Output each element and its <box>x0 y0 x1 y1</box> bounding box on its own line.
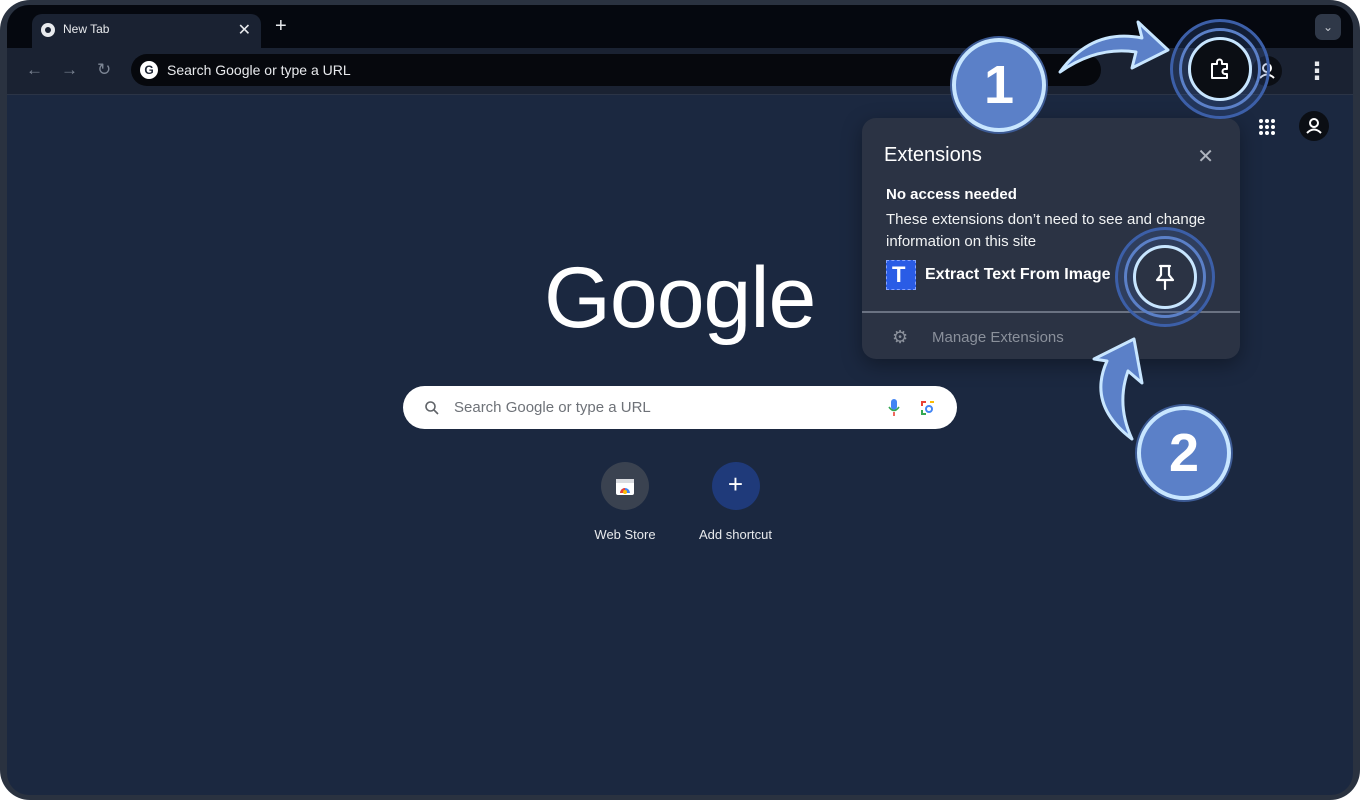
forward-arrow-icon[interactable]: → <box>61 60 78 80</box>
shortcut-label: Web Store <box>594 527 656 542</box>
tab-new-tab[interactable]: New Tab ✕ <box>32 14 261 48</box>
kebab-menu-icon[interactable]: ⋮ <box>1305 57 1329 86</box>
tab-title: New Tab <box>63 22 110 36</box>
google-logo: Google <box>544 250 816 346</box>
webstore-icon <box>601 462 649 510</box>
address-bar-text: Search Google or type a URL <box>167 62 351 78</box>
close-icon[interactable]: ✕ <box>1197 144 1214 169</box>
reload-icon[interactable]: ↻ <box>97 60 111 80</box>
google-g-icon: G <box>140 61 158 79</box>
manage-extensions-link[interactable]: Manage Extensions <box>932 329 1064 346</box>
section-heading: No access needed <box>886 186 1017 203</box>
annotation-arrow <box>1092 337 1144 441</box>
back-arrow-icon[interactable]: ← <box>26 60 43 80</box>
tab-search-button[interactable]: ⌄ <box>1315 14 1341 40</box>
shortcut-add[interactable]: + Add shortcut <box>688 462 783 542</box>
profile-icon <box>1306 118 1322 134</box>
chrome-icon <box>41 23 55 37</box>
browser-window: New Tab ✕ + ⌄ ← → ↻ G Search Google or t… <box>7 5 1353 795</box>
close-icon[interactable]: ✕ <box>238 20 251 40</box>
plus-icon: + <box>711 462 760 510</box>
ntp-search-placeholder: Search Google or type a URL <box>454 399 651 416</box>
extensions-button[interactable] <box>1188 37 1252 101</box>
puzzle-icon <box>1211 58 1228 79</box>
new-tab-button[interactable]: + <box>275 15 287 38</box>
device-frame: New Tab ✕ + ⌄ ← → ↻ G Search Google or t… <box>0 0 1360 800</box>
step-2-badge: 2 <box>1137 406 1231 500</box>
extension-icon[interactable]: T <box>886 260 916 290</box>
shortcut-web-store[interactable]: Web Store <box>583 462 667 542</box>
pin-icon <box>1155 264 1175 291</box>
mic-icon[interactable] <box>887 398 901 418</box>
account-avatar[interactable] <box>1299 111 1329 141</box>
lens-icon[interactable] <box>919 399 937 417</box>
gear-icon: ⚙ <box>892 327 909 347</box>
pin-button[interactable] <box>1133 245 1197 309</box>
annotation-arrow <box>1058 20 1170 74</box>
extension-item-name[interactable]: Extract Text From Image <box>925 266 1111 284</box>
ntp-search-box[interactable]: Search Google or type a URL <box>403 386 957 429</box>
search-icon <box>425 401 439 415</box>
apps-grid-icon[interactable] <box>1258 118 1276 136</box>
extensions-popup-title: Extensions <box>884 144 982 166</box>
step-1-badge: 1 <box>952 38 1046 132</box>
shortcut-label: Add shortcut <box>699 527 772 542</box>
